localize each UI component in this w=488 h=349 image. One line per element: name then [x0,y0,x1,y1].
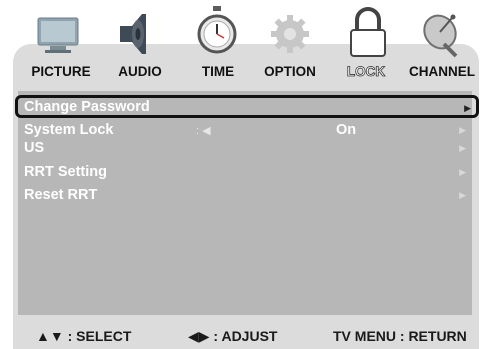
menu-item-label: RRT Setting [24,164,107,180]
menu-item-change-password[interactable]: Change Password ▶ [15,95,479,118]
right-arrow-icon: ▶ [459,167,466,177]
satellite-dish-icon[interactable] [418,0,466,62]
system-lock-value: On [336,122,357,138]
footer-help-bar: ▲▼ : SELECT ◀▶ : ADJUST TV MENU : RETURN [0,320,488,349]
tab-option[interactable]: OPTION [264,64,316,79]
menu-item-label: Change Password [24,99,150,115]
monitor-icon[interactable] [34,0,82,62]
menu-item-reset-rrt[interactable]: Reset RRT ▶ [18,187,472,205]
right-arrow-icon: ▶ [464,103,471,113]
right-arrow-icon: ▶ [459,143,466,153]
menu-item-us[interactable]: US ▶ [18,140,472,158]
left-arrow-icon: : ◀ [196,125,211,137]
tab-lock[interactable]: LOCK [346,64,385,80]
right-arrow-icon: ▶ [459,125,466,135]
stopwatch-icon[interactable] [193,0,241,62]
footer-adjust-hint: ◀▶ : ADJUST [188,328,278,344]
footer-return-hint: TV MENU : RETURN [333,328,467,344]
menu-item-system-lock[interactable]: System Lock : ◀ On ▶ [18,122,472,140]
menu-panel: Change Password ▶ System Lock : ◀ On ▶ U… [15,91,479,315]
padlock-icon[interactable] [344,0,392,62]
speaker-icon[interactable] [108,0,156,62]
footer-select-hint: ▲▼ : SELECT [36,328,132,344]
tab-audio[interactable]: AUDIO [118,64,162,79]
menu-item-label: System Lock [24,122,114,138]
tab-time[interactable]: TIME [202,64,234,79]
tab-picture[interactable]: PICTURE [31,64,90,79]
right-arrow-icon: ▶ [459,190,466,200]
menu-item-label: US [24,140,45,156]
tab-channel[interactable]: CHANNEL [409,64,475,79]
gear-icon[interactable] [266,0,314,62]
menu-item-label: Reset RRT [24,187,98,203]
menu-item-rrt-setting[interactable]: RRT Setting ▶ [18,164,472,182]
